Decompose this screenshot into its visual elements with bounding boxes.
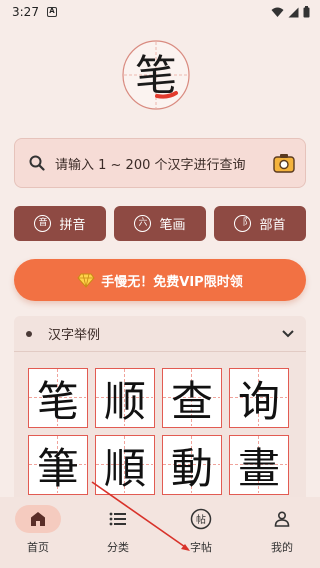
person-icon xyxy=(259,505,305,533)
char-cell[interactable]: 查 xyxy=(162,368,222,428)
char-glyph: 畫 xyxy=(237,443,280,493)
nav-category[interactable]: 分类 xyxy=(86,505,150,561)
radical-icon: ⻏ xyxy=(234,215,252,232)
camera-icon[interactable] xyxy=(273,153,295,173)
examples-title: 汉字举例 xyxy=(48,328,101,343)
char-cell[interactable]: 動 xyxy=(162,435,222,495)
bottom-nav: 首页 分类 帖 字帖 我的 xyxy=(0,497,320,568)
examples-panel: 汉字举例 笔 顺 查 询 筆 順 動 畫 xyxy=(14,316,306,516)
nav-copybook-label: 字帖 xyxy=(190,541,212,554)
examples-header[interactable]: 汉字举例 xyxy=(14,316,306,352)
search-bar[interactable]: 请输入 1 ~ 200 个汉字进行查询 xyxy=(14,138,306,188)
char-glyph: 笔 xyxy=(36,376,79,426)
pinyin-button[interactable]: 音 拼音 xyxy=(14,206,106,241)
copybook-icon: 帖 xyxy=(178,505,224,533)
search-icon xyxy=(29,155,45,171)
char-cell[interactable]: 顺 xyxy=(95,368,155,428)
bullet-dot xyxy=(26,330,32,337)
notification-icon: A xyxy=(46,7,57,17)
stroke-icon: 六 xyxy=(134,215,152,232)
logo-char: 笔 xyxy=(135,51,177,100)
vip-banner[interactable]: 手慢无！免费VIP限时领 xyxy=(14,259,306,301)
char-glyph: 筆 xyxy=(36,443,79,493)
list-icon xyxy=(95,505,141,533)
char-glyph: 順 xyxy=(103,443,146,493)
char-glyph: 查 xyxy=(170,376,213,426)
svg-text:帖: 帖 xyxy=(196,513,206,526)
nav-profile-label: 我的 xyxy=(271,541,293,554)
nav-profile[interactable]: 我的 xyxy=(250,505,314,561)
chevron-down-icon[interactable] xyxy=(282,329,294,338)
home-icon xyxy=(15,505,61,533)
signal-icon xyxy=(288,7,299,17)
char-cell[interactable]: 筆 xyxy=(28,435,88,495)
radical-label: 部首 xyxy=(259,218,286,233)
char-cell[interactable]: 询 xyxy=(229,368,289,428)
diamond-icon xyxy=(77,273,95,288)
app-logo: 笔 xyxy=(120,38,192,112)
nav-home[interactable]: 首页 xyxy=(6,505,70,561)
radical-button[interactable]: ⻏ 部首 xyxy=(214,206,306,241)
status-bar: 3:27 A xyxy=(0,0,320,24)
status-time: 3:27 xyxy=(12,5,39,19)
nav-copybook[interactable]: 帖 字帖 xyxy=(169,505,233,561)
stroke-button[interactable]: 六 笔画 xyxy=(114,206,206,241)
nav-home-label: 首页 xyxy=(27,541,49,554)
char-glyph: 動 xyxy=(170,443,213,493)
wifi-icon xyxy=(271,7,284,17)
stroke-label: 笔画 xyxy=(159,218,186,233)
search-placeholder: 请输入 1 ~ 200 个汉字进行查询 xyxy=(55,157,246,173)
pinyin-icon: 音 xyxy=(34,215,52,232)
char-cell[interactable]: 畫 xyxy=(229,435,289,495)
status-icons xyxy=(271,6,310,18)
char-glyph: 询 xyxy=(237,376,280,426)
battery-icon xyxy=(303,6,310,18)
pinyin-label: 拼音 xyxy=(59,218,86,233)
vip-label: 手慢无！免费VIP限时领 xyxy=(101,274,243,290)
logo-grid: 笔 xyxy=(122,40,190,110)
nav-category-label: 分类 xyxy=(107,541,129,554)
char-cell[interactable]: 笔 xyxy=(28,368,88,428)
char-glyph: 顺 xyxy=(103,376,146,426)
char-cell[interactable]: 順 xyxy=(95,435,155,495)
